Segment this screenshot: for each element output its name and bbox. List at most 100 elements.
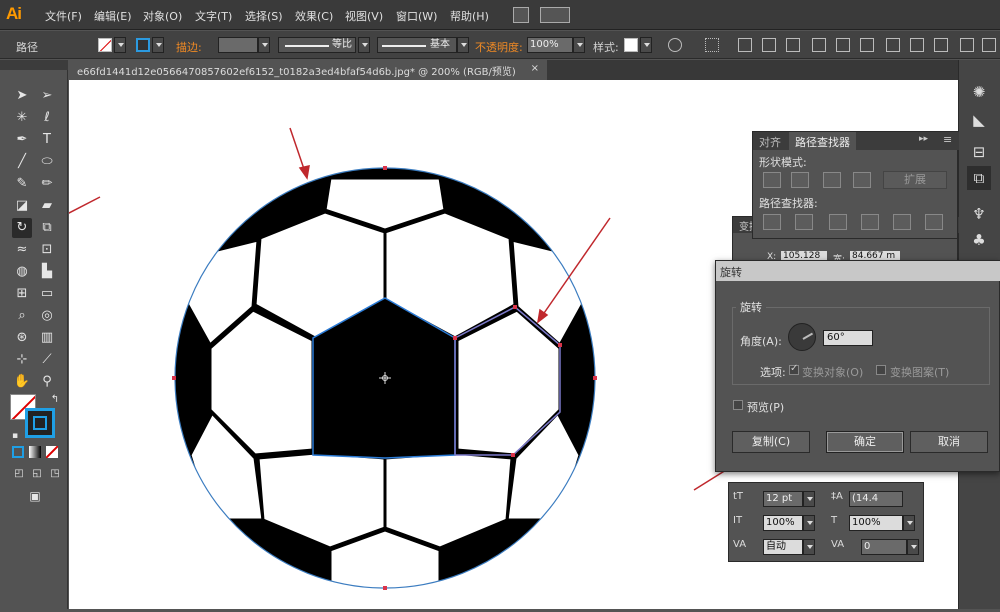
pencil-tool-icon[interactable]: ✏	[37, 174, 57, 194]
outline-icon[interactable]	[893, 214, 911, 230]
opacity-label[interactable]: 不透明度:	[475, 39, 523, 55]
zoom-tool-icon[interactable]: ⚲	[37, 372, 57, 392]
column-graph-tool-icon[interactable]: ▥	[37, 328, 57, 348]
menu-window[interactable]: 窗口(W)	[396, 8, 437, 24]
transform-patterns-label[interactable]: 变换图案(T)	[890, 364, 949, 380]
tracking-input[interactable]: 0	[861, 539, 907, 555]
align-middle-icon[interactable]	[836, 38, 850, 52]
ok-button[interactable]: 确定	[826, 431, 904, 453]
stroke-weight-label[interactable]: 描边:	[176, 39, 202, 55]
preview-checkbox[interactable]	[733, 400, 743, 410]
gradient-tool-icon[interactable]: ▭	[37, 284, 57, 304]
minus-front-icon[interactable]	[791, 172, 809, 188]
brush-dropdown[interactable]	[457, 37, 469, 53]
stroke-weight-input[interactable]	[218, 37, 258, 53]
kerning-input[interactable]: 自动	[763, 539, 803, 555]
tools-panel-header[interactable]	[0, 60, 68, 70]
distribute-left-icon[interactable]	[960, 38, 974, 52]
menu-edit[interactable]: 编辑(E)	[94, 8, 132, 24]
draw-inside-icon[interactable]: ◳	[45, 464, 65, 484]
draw-behind-icon[interactable]: ◱	[27, 464, 47, 484]
copy-button[interactable]: 复制(C)	[732, 431, 810, 453]
trim-icon[interactable]	[795, 214, 813, 230]
document-tab[interactable]: e66fd1441d12e0566470857602ef6152_t0182a3…	[69, 60, 547, 80]
horizontal-scale-input[interactable]: 100%	[849, 515, 903, 531]
align-to-icon[interactable]	[705, 38, 719, 52]
preview-label[interactable]: 预览(P)	[747, 399, 784, 415]
kerning-dropdown[interactable]	[803, 539, 815, 555]
opacity-input[interactable]: 100%	[527, 37, 573, 53]
align-center-icon[interactable]	[762, 38, 776, 52]
merge-icon[interactable]	[829, 214, 847, 230]
menu-select[interactable]: 选择(S)	[245, 8, 283, 24]
align-panel-icon[interactable]: ⊟	[967, 140, 991, 164]
collapse-icon[interactable]: ▸▸	[919, 134, 928, 144]
exclude-icon[interactable]	[853, 172, 871, 188]
profile-dropdown[interactable]	[358, 37, 370, 53]
brush-definition[interactable]: 基本	[377, 37, 457, 53]
magic-wand-tool-icon[interactable]: ✳	[12, 108, 32, 128]
free-transform-tool-icon[interactable]: ⊡	[37, 240, 57, 260]
opacity-dropdown[interactable]	[573, 37, 585, 53]
leading-input[interactable]: (14.4	[849, 491, 903, 507]
recolor-artwork-icon[interactable]	[668, 38, 682, 52]
eraser-tool-icon[interactable]: ▰	[37, 196, 57, 216]
blend-tool-icon[interactable]: ◎	[37, 306, 57, 326]
scale-tool-icon[interactable]: ⧉	[37, 218, 57, 238]
panel-menu-icon[interactable]: ≡	[943, 133, 952, 146]
distribute-bottom-icon[interactable]	[934, 38, 948, 52]
none-mode-icon[interactable]	[46, 446, 58, 458]
menu-type[interactable]: 文字(T)	[195, 8, 232, 24]
color-mode-icon[interactable]	[12, 446, 24, 458]
symbol-sprayer-tool-icon[interactable]: ⊛	[12, 328, 32, 348]
stroke-weight-dropdown[interactable]	[258, 37, 270, 53]
stroke-swatch[interactable]	[136, 38, 150, 52]
stroke-color-box[interactable]	[25, 408, 55, 438]
menu-object[interactable]: 对象(O)	[143, 8, 182, 24]
horizontal-scale-dropdown[interactable]	[903, 515, 915, 531]
menu-file[interactable]: 文件(F)	[45, 8, 82, 24]
gradient-mode-icon[interactable]	[29, 446, 41, 458]
draw-normal-icon[interactable]: ◰	[9, 464, 29, 484]
paintbrush-tool-icon[interactable]: ✎	[12, 174, 32, 194]
align-bottom-icon[interactable]	[860, 38, 874, 52]
perspective-grid-tool-icon[interactable]: ▙	[37, 262, 57, 282]
mesh-tool-icon[interactable]: ⊞	[12, 284, 32, 304]
default-colors-icon[interactable]: ▪	[5, 426, 25, 446]
menu-effect[interactable]: 效果(C)	[295, 8, 333, 24]
cancel-button[interactable]: 取消	[910, 431, 988, 453]
hand-tool-icon[interactable]: ✋	[12, 372, 32, 392]
width-tool-icon[interactable]: ≈	[12, 240, 32, 260]
angle-input[interactable]: 60°	[823, 330, 873, 346]
blob-brush-tool-icon[interactable]: ◪	[12, 196, 32, 216]
direct-selection-tool-icon[interactable]: ➢	[37, 86, 57, 106]
line-tool-icon[interactable]: ╱	[12, 152, 32, 172]
distribute-center-icon[interactable]	[910, 38, 924, 52]
type-tool-icon[interactable]: T	[37, 130, 57, 150]
bridge-icon[interactable]	[513, 7, 529, 23]
fill-dropdown[interactable]	[114, 37, 126, 53]
artboard-tool-icon[interactable]: ⊹	[12, 350, 32, 370]
color-panel-icon[interactable]: ✺	[967, 80, 991, 104]
align-top-icon[interactable]	[812, 38, 826, 52]
color-guide-icon[interactable]: ◣	[967, 108, 991, 132]
pen-tool-icon[interactable]: ✒	[12, 130, 32, 150]
unite-icon[interactable]	[763, 172, 781, 188]
ellipse-tool-icon[interactable]: ⬭	[37, 152, 57, 172]
crop-icon[interactable]	[861, 214, 879, 230]
align-left-icon[interactable]	[738, 38, 752, 52]
expand-button[interactable]: 扩展	[883, 171, 947, 189]
distribute-top-icon[interactable]	[886, 38, 900, 52]
selection-tool-icon[interactable]: ➤	[12, 86, 32, 106]
lasso-tool-icon[interactable]: ℓ	[37, 108, 57, 128]
align-right-icon[interactable]	[786, 38, 800, 52]
vertical-scale-input[interactable]: 100%	[763, 515, 803, 531]
minus-back-icon[interactable]	[925, 214, 943, 230]
rotate-tool-icon[interactable]: ↻	[12, 218, 32, 238]
slice-tool-icon[interactable]: ⟋	[37, 350, 57, 370]
intersect-icon[interactable]	[823, 172, 841, 188]
swap-fill-stroke-icon[interactable]: ↰	[45, 390, 65, 410]
font-size-dropdown[interactable]	[803, 491, 815, 507]
tracking-dropdown[interactable]	[907, 539, 919, 555]
angle-dial-icon[interactable]	[788, 323, 816, 351]
